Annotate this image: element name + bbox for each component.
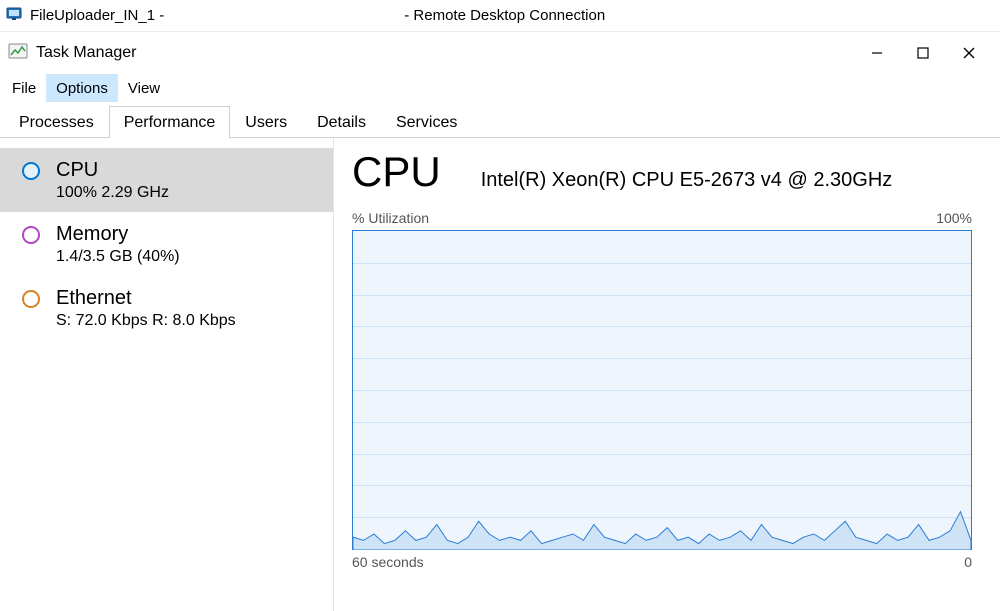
- tab-users[interactable]: Users: [230, 106, 302, 138]
- maximize-button[interactable]: [900, 32, 946, 74]
- task-manager-title-bar: Task Manager: [0, 32, 1000, 74]
- tab-processes[interactable]: Processes: [4, 106, 109, 138]
- sidebar-ethernet-sub: S: 72.0 Kbps R: 8.0 Kbps: [56, 312, 236, 330]
- sidebar-memory-sub: 1.4/3.5 GB (40%): [56, 248, 180, 266]
- chart-bottom-right-label: 0: [964, 554, 972, 570]
- tab-bar: Processes Performance Users Details Serv…: [0, 102, 1000, 138]
- chart-top-right-label: 100%: [936, 210, 972, 226]
- ethernet-ring-icon: [22, 290, 40, 308]
- cpu-utilization-chart: [352, 230, 972, 550]
- menu-options[interactable]: Options: [46, 74, 118, 102]
- sidebar-item-memory[interactable]: Memory 1.4/3.5 GB (40%): [0, 212, 333, 276]
- close-button[interactable]: [946, 32, 992, 74]
- chart-top-left-label: % Utilization: [352, 210, 429, 226]
- minimize-button[interactable]: [854, 32, 900, 74]
- main-heading: CPU: [352, 148, 441, 196]
- task-manager-icon: [8, 41, 28, 65]
- memory-ring-icon: [22, 226, 40, 244]
- sidebar-memory-label: Memory: [56, 222, 180, 246]
- tab-services[interactable]: Services: [381, 106, 472, 138]
- menu-view[interactable]: View: [118, 74, 170, 102]
- content-area: CPU 100% 2.29 GHz Memory 1.4/3.5 GB (40%…: [0, 138, 1000, 611]
- rdp-connection-title: - Remote Desktop Connection: [404, 7, 605, 24]
- sidebar-ethernet-label: Ethernet: [56, 286, 236, 310]
- cpu-chart-svg: [353, 231, 971, 550]
- sidebar-cpu-sub: 100% 2.29 GHz: [56, 184, 169, 202]
- window-title: Task Manager: [36, 44, 137, 62]
- menu-bar: File Options View: [0, 74, 1000, 102]
- rdp-machine-name: FileUploader_IN_1 -: [30, 7, 164, 24]
- sidebar-item-ethernet[interactable]: Ethernet S: 72.0 Kbps R: 8.0 Kbps: [0, 276, 333, 340]
- main-panel: CPU Intel(R) Xeon(R) CPU E5-2673 v4 @ 2.…: [334, 138, 1000, 611]
- rdp-title-bar: FileUploader_IN_1 - - Remote Desktop Con…: [0, 0, 1000, 32]
- sidebar-cpu-label: CPU: [56, 158, 169, 182]
- cpu-model: Intel(R) Xeon(R) CPU E5-2673 v4 @ 2.30GH…: [481, 169, 893, 192]
- rdp-icon: [6, 5, 24, 27]
- menu-file[interactable]: File: [2, 74, 46, 102]
- performance-sidebar: CPU 100% 2.29 GHz Memory 1.4/3.5 GB (40%…: [0, 138, 334, 611]
- tab-performance[interactable]: Performance: [109, 106, 231, 138]
- tab-details[interactable]: Details: [302, 106, 381, 138]
- sidebar-item-cpu[interactable]: CPU 100% 2.29 GHz: [0, 148, 333, 212]
- cpu-ring-icon: [22, 162, 40, 180]
- chart-bottom-left-label: 60 seconds: [352, 554, 424, 570]
